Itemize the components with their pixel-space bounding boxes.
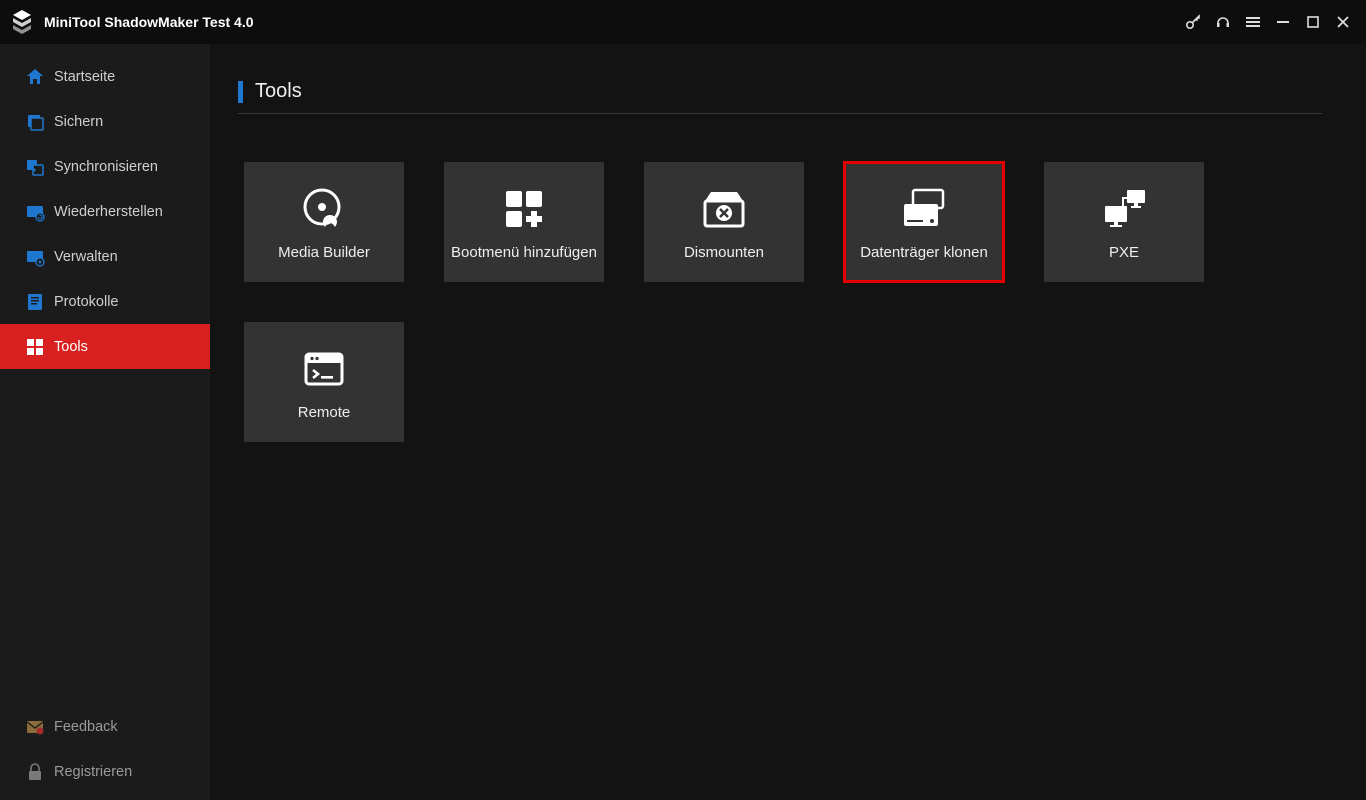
grid-plus-icon: [502, 184, 546, 234]
tools-icon: [24, 336, 46, 358]
maximize-button[interactable]: [1298, 7, 1328, 37]
tile-label: Datenträger klonen: [860, 244, 988, 261]
tile-label: Media Builder: [278, 244, 370, 261]
sidebar-item-synchronisieren[interactable]: Synchronisieren: [0, 144, 210, 189]
tools-grid: Media Builder Bootmenü hinzufügen Dismou…: [238, 162, 1322, 442]
footer-register-label: Registrieren: [54, 764, 132, 780]
sidebar-item-label: Synchronisieren: [54, 159, 158, 175]
headset-icon[interactable]: [1208, 7, 1238, 37]
sidebar-item-startseite[interactable]: Startseite: [0, 54, 210, 99]
page-title: Tools: [255, 80, 302, 103]
tile-remote[interactable]: Remote: [244, 322, 404, 442]
page-header: Tools: [238, 80, 1322, 114]
feedback-icon: [24, 716, 46, 738]
footer-feedback[interactable]: Feedback: [0, 704, 210, 749]
titlebar: MiniTool ShadowMaker Test 4.0: [0, 0, 1366, 44]
footer-register[interactable]: Registrieren: [0, 749, 210, 794]
tile-bootmenu[interactable]: Bootmenü hinzufügen: [444, 162, 604, 282]
sidebar-item-sichern[interactable]: Sichern: [0, 99, 210, 144]
tile-label: Bootmenü hinzufügen: [451, 244, 597, 261]
terminal-icon: [302, 344, 346, 394]
tile-pxe[interactable]: PXE: [1044, 162, 1204, 282]
tile-label: Dismounten: [684, 244, 764, 261]
sidebar-item-wiederherstellen[interactable]: Wiederherstellen: [0, 189, 210, 234]
sidebar-item-protokolle[interactable]: Protokolle: [0, 279, 210, 324]
backup-icon: [24, 111, 46, 133]
tile-dismount[interactable]: Dismounten: [644, 162, 804, 282]
disks-icon: [899, 184, 949, 234]
sidebar: Startseite Sichern Synchronisieren Wiede…: [0, 44, 210, 800]
logs-icon: [24, 291, 46, 313]
main-panel: Tools Media Builder Bootmenü hinzufügen …: [210, 44, 1366, 800]
minimize-button[interactable]: [1268, 7, 1298, 37]
manage-icon: [24, 246, 46, 268]
tile-label: Remote: [298, 404, 351, 421]
sidebar-item-verwalten[interactable]: Verwalten: [0, 234, 210, 279]
restore-icon: [24, 201, 46, 223]
home-icon: [24, 66, 46, 88]
footer-feedback-label: Feedback: [54, 719, 118, 735]
lock-icon: [24, 761, 46, 783]
sidebar-item-label: Tools: [54, 339, 88, 355]
menu-icon[interactable]: [1238, 7, 1268, 37]
network-icon: [1099, 184, 1149, 234]
header-accent-bar: [238, 81, 243, 103]
disc-icon: [300, 184, 348, 234]
sidebar-item-label: Sichern: [54, 114, 103, 130]
sidebar-item-label: Startseite: [54, 69, 115, 85]
sidebar-item-tools[interactable]: Tools: [0, 324, 210, 369]
sidebar-item-label: Protokolle: [54, 294, 118, 310]
sidebar-item-label: Wiederherstellen: [54, 204, 163, 220]
sync-icon: [24, 156, 46, 178]
tile-clone-disk[interactable]: Datenträger klonen: [844, 162, 1004, 282]
sidebar-item-label: Verwalten: [54, 249, 118, 265]
close-button[interactable]: [1328, 7, 1358, 37]
app-logo: [8, 8, 36, 36]
tile-media-builder[interactable]: Media Builder: [244, 162, 404, 282]
box-x-icon: [701, 184, 747, 234]
tile-label: PXE: [1109, 244, 1139, 261]
app-title: MiniTool ShadowMaker Test 4.0: [44, 14, 254, 30]
key-icon[interactable]: [1178, 7, 1208, 37]
